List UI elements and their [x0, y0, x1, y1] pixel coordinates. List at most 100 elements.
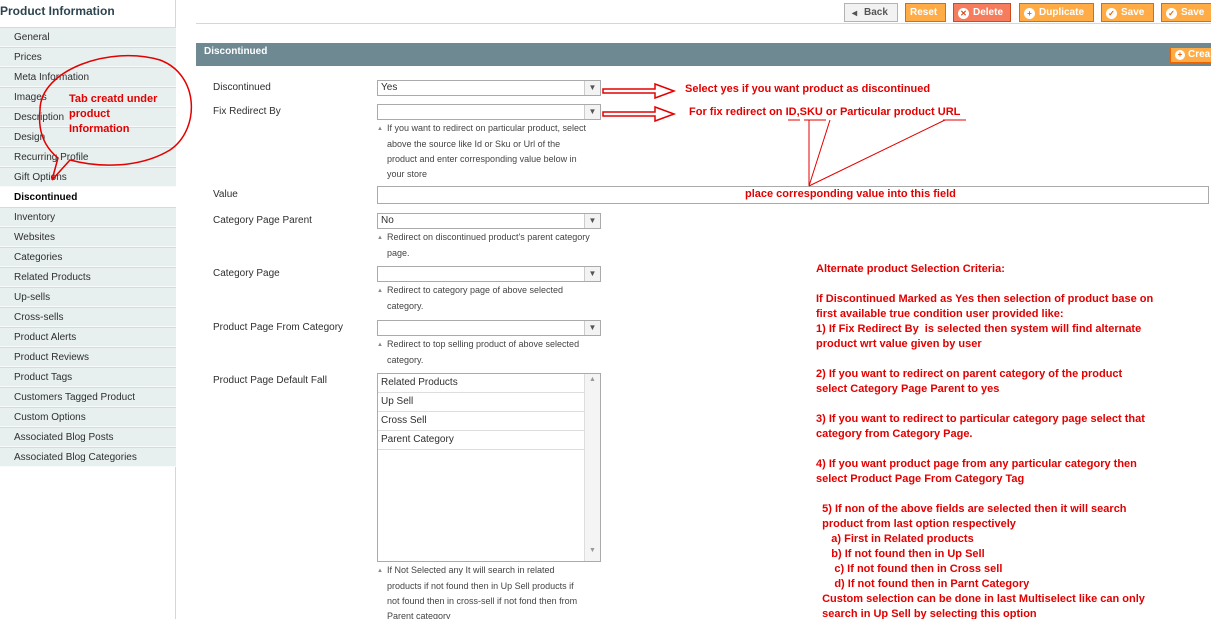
chevron-down-icon: ▼ — [584, 105, 600, 119]
tab-inventory[interactable]: Inventory — [0, 207, 176, 227]
tab-associated-blog-posts[interactable]: Associated Blog Posts — [0, 427, 176, 447]
tab-customers-tagged-product[interactable]: Customers Tagged Product — [0, 387, 176, 407]
tab-websites[interactable]: Websites — [0, 227, 176, 247]
criteria-line: 5) If non of the above fields are select… — [816, 503, 1127, 515]
value-label: Value — [213, 189, 238, 200]
tab-product-alerts[interactable]: Product Alerts — [0, 327, 176, 347]
save-button[interactable]: ✓ Save — [1101, 3, 1154, 22]
criteria-line: Custom selection can be done in last Mul… — [816, 593, 1145, 605]
category-page-parent-select[interactable]: No ▼ — [377, 213, 601, 229]
tab-prices[interactable]: Prices — [0, 47, 176, 67]
criteria-line: search in Up Sell by selecting this opti… — [816, 608, 1037, 619]
tab-recurring-profile[interactable]: Recurring Profile — [0, 147, 176, 167]
delete-button[interactable]: ✕ Delete — [953, 3, 1011, 22]
plus-icon: + — [1175, 50, 1185, 60]
reset-button[interactable]: Reset — [905, 3, 946, 22]
note-line: product and enter corresponding value be… — [387, 154, 577, 164]
criteria-line: category from Category Page. — [816, 428, 973, 440]
note-line: category. — [387, 301, 424, 311]
tab-related-products[interactable]: Related Products — [0, 267, 176, 287]
place-value-annotation: place corresponding value into this fiel… — [745, 188, 956, 200]
criteria-line: first available true condition user prov… — [816, 308, 1064, 320]
criteria-line: d) If not found then in Parnt Category — [816, 578, 1030, 590]
tab-meta-information[interactable]: Meta Information — [0, 67, 176, 87]
criteria-line: c) If not found then in Cross sell — [816, 563, 1003, 575]
note-line: above the source like Id or Sku or Url o… — [387, 139, 561, 149]
criteria-line: select Product Page From Category Tag — [816, 473, 1025, 485]
fix-redirect-annotation: For fix redirect on ID,SKU or Particular… — [689, 106, 961, 118]
tab-associated-blog-categories[interactable]: Associated Blog Categories — [0, 447, 176, 467]
save-and-continue-button[interactable]: ✓ Save — [1161, 3, 1211, 22]
fix-redirect-select[interactable]: ▼ — [377, 104, 601, 120]
category-page-parent-note: ▲ Redirect on discontinued product's pare… — [377, 230, 607, 261]
criteria-line: product wrt value given by user — [816, 338, 982, 350]
discontinued-label: Discontinued — [213, 82, 271, 93]
criteria-line: 1) If Fix Redirect By is selected then s… — [816, 323, 1142, 335]
back-arrow-icon: ◂ — [851, 8, 858, 19]
criteria-line — [816, 352, 1153, 367]
multiselect-option[interactable]: Parent Category — [378, 431, 584, 450]
select-yes-annotation: Select yes if you want product as discon… — [685, 83, 931, 95]
criteria-line: select Category Page Parent to yes — [816, 383, 1000, 395]
note-triangle-icon: ▲ — [377, 568, 383, 574]
multiselect-option[interactable]: Cross Sell — [378, 412, 584, 431]
scroll-up-icon[interactable]: ▲ — [585, 376, 600, 388]
create-button[interactable]: + Crea — [1170, 47, 1211, 63]
product-page-from-category-select[interactable]: ▼ — [377, 320, 601, 336]
note-line: products if not found then in Up Sell pr… — [387, 581, 574, 591]
criteria-line — [816, 487, 1153, 502]
checkmark-icon: ✓ — [1106, 8, 1117, 19]
product-page-from-category-note: ▲ Redirect to top selling product of abov… — [377, 337, 607, 368]
tab-cross-sells[interactable]: Cross-sells — [0, 307, 176, 327]
tab-product-tags[interactable]: Product Tags — [0, 367, 176, 387]
chevron-down-icon: ▼ — [584, 267, 600, 281]
note-line: page. — [387, 248, 410, 258]
callout-line: Information — [69, 123, 130, 135]
product-page-default-fall-label: Product Page Default Fall — [213, 375, 327, 386]
arrow-right-icon — [602, 82, 677, 100]
default-fall-multiselect[interactable]: Related Products Up Sell Cross Sell Pare… — [377, 373, 601, 562]
discontinued-select[interactable]: Yes ▼ — [377, 80, 601, 96]
note-triangle-icon: ▲ — [377, 342, 383, 348]
multiselect-option[interactable]: Up Sell — [378, 393, 584, 412]
plus-icon: + — [1024, 8, 1035, 19]
tab-discontinued[interactable]: Discontinued — [0, 187, 176, 207]
criteria-line: If Discontinued Marked as Yes then selec… — [816, 293, 1154, 305]
criteria-line — [816, 442, 1153, 457]
product-page-from-category-label: Product Page From Category — [213, 322, 344, 333]
chevron-down-icon: ▼ — [584, 214, 600, 228]
criteria-line: a) First in Related products — [816, 533, 974, 545]
criteria-line: product from last option respectively — [816, 518, 1016, 530]
fix-redirect-note: ▲ If you want to redirect on particular p… — [377, 121, 607, 182]
criteria-line: b) If not found then in Up Sell — [816, 548, 985, 560]
note-triangle-icon: ▲ — [377, 126, 383, 132]
back-button[interactable]: ◂ Back — [844, 3, 898, 22]
tab-gift-options[interactable]: Gift Options — [0, 167, 176, 187]
duplicate-button[interactable]: + Duplicate — [1019, 3, 1094, 22]
tab-general[interactable]: General — [0, 27, 176, 47]
multiselect-scrollbar[interactable]: ▲ ▼ — [584, 374, 600, 561]
pointer-line — [808, 119, 946, 187]
checkmark-icon: ✓ — [1166, 8, 1177, 19]
category-page-select[interactable]: ▼ — [377, 266, 601, 282]
fix-redirect-label: Fix Redirect By — [213, 106, 281, 117]
tab-callout-text: Tab creatd under product Information — [69, 92, 157, 137]
note-line: your store — [387, 169, 428, 179]
note-line: category. — [387, 355, 424, 365]
note-triangle-icon: ▲ — [377, 288, 383, 294]
tab-custom-options[interactable]: Custom Options — [0, 407, 176, 427]
tab-up-sells[interactable]: Up-sells — [0, 287, 176, 307]
arrow-right-icon — [602, 105, 677, 123]
tab-product-reviews[interactable]: Product Reviews — [0, 347, 176, 367]
note-triangle-icon: ▲ — [377, 235, 383, 241]
scroll-down-icon[interactable]: ▼ — [585, 547, 600, 559]
selection-criteria-annotation: Alternate product Selection Criteria: If … — [816, 262, 1153, 619]
delete-icon: ✕ — [958, 8, 969, 19]
criteria-line — [816, 397, 1153, 412]
tab-categories[interactable]: Categories — [0, 247, 176, 267]
chevron-down-icon: ▼ — [584, 81, 600, 95]
category-page-label: Category Page — [213, 268, 280, 279]
multiselect-option[interactable]: Related Products — [378, 374, 584, 393]
criteria-line: 4) If you want product page from any par… — [816, 458, 1137, 470]
fieldset-header: Discontinued + Crea — [196, 43, 1211, 66]
